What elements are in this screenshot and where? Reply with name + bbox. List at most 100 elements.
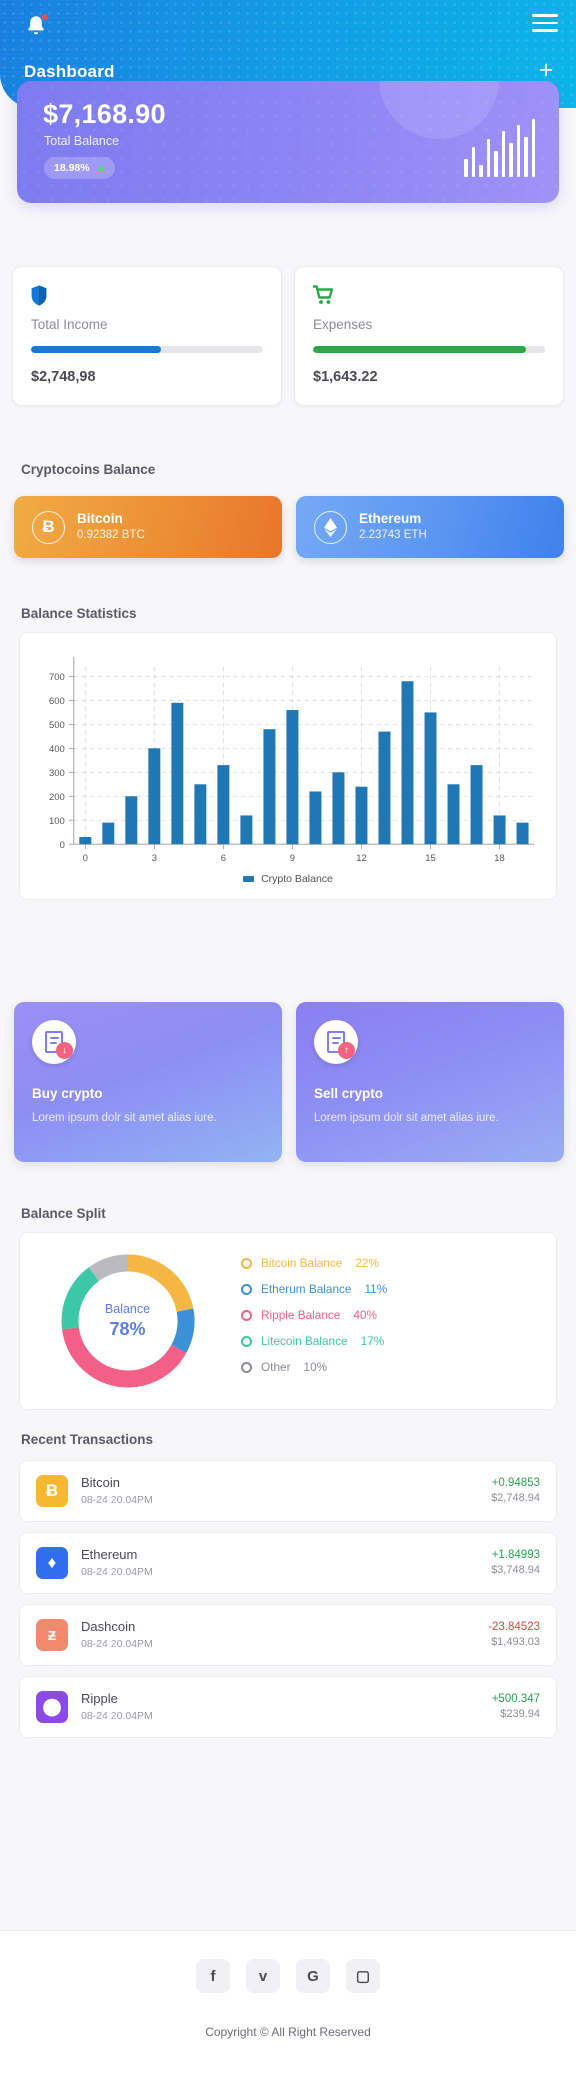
legend-ring-icon [241, 1257, 252, 1269]
svg-text:3: 3 [152, 853, 157, 864]
svg-text:300: 300 [49, 768, 65, 779]
cryptocoins-section-title: Cryptocoins Balance [21, 462, 156, 477]
crypto-name: Bitcoin [77, 511, 123, 527]
legend-pct: 22% [355, 1256, 379, 1270]
svg-text:100: 100 [49, 816, 65, 827]
legend-pct: 17% [360, 1334, 385, 1348]
svg-text:200: 200 [49, 792, 65, 803]
transaction-delta: +1.84993 [491, 1548, 540, 1561]
transaction-row[interactable]: ⬤ Ripple 08-24 20.04PM +500.347 $239.94 [19, 1676, 557, 1738]
chart-legend: Crypto Balance [20, 873, 556, 885]
legend-ring-icon [241, 1309, 252, 1321]
twitter-icon[interactable]: ᴠ [246, 1959, 280, 1993]
legend-row: Bitcoin Balance 22% [241, 1256, 556, 1270]
transaction-date: 08-24 20.04PM [81, 1565, 153, 1578]
legend-row: Etherum Balance 11% [241, 1282, 556, 1296]
svg-text:18: 18 [494, 853, 505, 864]
google-icon[interactable]: G [296, 1959, 330, 1993]
transaction-amounts: -23.84523 $1,493.03 [488, 1619, 540, 1652]
transaction-name: Bitcoin [81, 1474, 121, 1490]
promo-row: ↓ Buy crypto Lorem ipsum dolr sit amet a… [14, 1002, 564, 1162]
balance-change-pct: 18.98% [54, 162, 90, 174]
crypto-card-bitcoin[interactable]: Ƀ Bitcoin 0.92382 BTC [14, 496, 282, 558]
balance-statistics-chart-card[interactable]: 0 100 200 300 400 500 600 700 0 3 6 9 12 15 18 Crypto … [19, 632, 557, 900]
transaction-info: Bitcoin 08-24 20.04PM [81, 1474, 491, 1508]
notification-dot [41, 13, 49, 21]
hamburger-icon[interactable] [532, 14, 558, 32]
legend-row: Litecoin Balance 17% [241, 1334, 556, 1348]
transaction-usd: $239.94 [500, 1708, 540, 1721]
transaction-name: Ripple [81, 1690, 118, 1706]
donut-center-label: Balance 78% [105, 1302, 150, 1340]
total-income-card[interactable]: Total Income $2,748,98 [12, 266, 282, 406]
svg-text:15: 15 [425, 853, 436, 864]
transaction-name: Ethereum [81, 1546, 138, 1562]
expenses-card[interactable]: Expenses $1,643.22 [294, 266, 564, 406]
cryptocoins-row: Ƀ Bitcoin 0.92382 BTC Ethereum 2.23743 E… [14, 496, 564, 558]
promo-title: Sell crypto [314, 1086, 384, 1101]
transactions-list: Ƀ Bitcoin 08-24 20.04PM +0.94853 $2,748.94 ♦ E… [19, 1460, 557, 1748]
balance-label: Total Balance [44, 134, 120, 148]
legend-label: Etherum Balance [261, 1282, 352, 1296]
legend-pct: 40% [353, 1308, 377, 1322]
svg-text:12: 12 [356, 853, 367, 864]
social-links-row: f ᴠ G ▢ [0, 1931, 576, 1993]
facebook-icon[interactable]: f [196, 1959, 230, 1993]
transaction-row[interactable]: ♦ Ethereum 08-24 20.04PM +1.84993 $3,748.94 [19, 1532, 557, 1594]
legend-ring-icon [241, 1335, 252, 1347]
transaction-date: 08-24 20.04PM [81, 1637, 153, 1650]
shield-icon [31, 285, 263, 309]
svg-text:0: 0 [83, 853, 88, 864]
transaction-date: 08-24 20.04PM [81, 1709, 153, 1722]
crypto-amount: 0.92382 BTC [77, 529, 145, 542]
crypto-card-ethereum[interactable]: Ethereum 2.23743 ETH [296, 496, 564, 558]
progress-fill [313, 346, 527, 353]
transaction-amounts: +500.347 $239.94 [492, 1691, 540, 1724]
transaction-info: Dashcoin 08-24 20.04PM [81, 1618, 488, 1652]
document-down-icon: ↓ [32, 1020, 76, 1064]
svg-text:0: 0 [60, 840, 65, 851]
buy-crypto-card[interactable]: ↓ Buy crypto Lorem ipsum dolr sit amet a… [14, 1002, 282, 1162]
balance-statistics-title: Balance Statistics [21, 606, 137, 621]
legend-label: Ripple Balance [261, 1308, 341, 1322]
transaction-delta: -23.84523 [488, 1620, 540, 1633]
transaction-coin-icon: ♦ [36, 1547, 68, 1579]
expenses-progress [313, 346, 545, 353]
bar-chart: 0 100 200 300 400 500 600 700 0 3 6 9 12 15 18 [49, 656, 535, 864]
balance-amount: $7,168.90 [43, 99, 166, 129]
total-income-value: $2,748,98 [31, 369, 96, 385]
promo-desc: Lorem ipsum dolr sit amet alias iure. [32, 1112, 217, 1124]
legend-ring-icon [241, 1283, 252, 1295]
instagram-icon[interactable]: ▢ [346, 1959, 380, 1993]
donut-center-title: Balance [104, 1301, 151, 1316]
arrow-up-icon [96, 164, 105, 172]
transaction-coin-icon: ⬤ [36, 1691, 68, 1723]
bitcoin-icon: Ƀ [32, 510, 65, 544]
up-badge-icon: ↑ [338, 1042, 355, 1059]
expenses-value: $1,643.22 [313, 369, 378, 385]
recent-transactions-title: Recent Transactions [21, 1432, 154, 1447]
down-badge-icon: ↓ [56, 1042, 73, 1059]
dashboard-page: Dashboard + $7,168.90 Total Balance 18.9… [0, 0, 576, 2076]
sell-crypto-card[interactable]: ↑ Sell crypto Lorem ipsum dolr sit amet … [296, 1002, 564, 1162]
svg-text:9: 9 [290, 853, 295, 864]
page-title: Dashboard [24, 62, 115, 81]
transaction-row[interactable]: Ƀ Bitcoin 08-24 20.04PM +0.94853 $2,748.94 [19, 1460, 557, 1522]
svg-text:700: 700 [49, 672, 65, 683]
transaction-row[interactable]: ƶ Dashcoin 08-24 20.04PM -23.84523 $1,493.03 [19, 1604, 557, 1666]
plus-icon[interactable]: + [535, 58, 557, 83]
cart-icon [312, 285, 545, 309]
transaction-amounts: +0.94853 $2,748.94 [491, 1475, 540, 1508]
balance-split-card[interactable]: Balance 78% Bitcoin Balance 22% Etherum Ba… [19, 1232, 557, 1410]
balance-sparkline [464, 119, 535, 177]
total-balance-card[interactable]: $7,168.90 Total Balance 18.98% [17, 81, 559, 203]
balance-split-title: Balance Split [21, 1206, 106, 1221]
progress-fill [31, 346, 161, 353]
svg-text:400: 400 [49, 744, 65, 755]
transaction-usd: $2,748.94 [491, 1492, 540, 1505]
bell-icon[interactable] [25, 13, 49, 38]
transaction-coin-icon: Ƀ [36, 1475, 68, 1507]
stats-row: Total Income $2,748,98 Expenses $1,643.2… [12, 266, 564, 406]
expenses-label: Expenses [313, 317, 373, 332]
copyright-text: Copyright © All Right Reserved [205, 2025, 371, 2039]
